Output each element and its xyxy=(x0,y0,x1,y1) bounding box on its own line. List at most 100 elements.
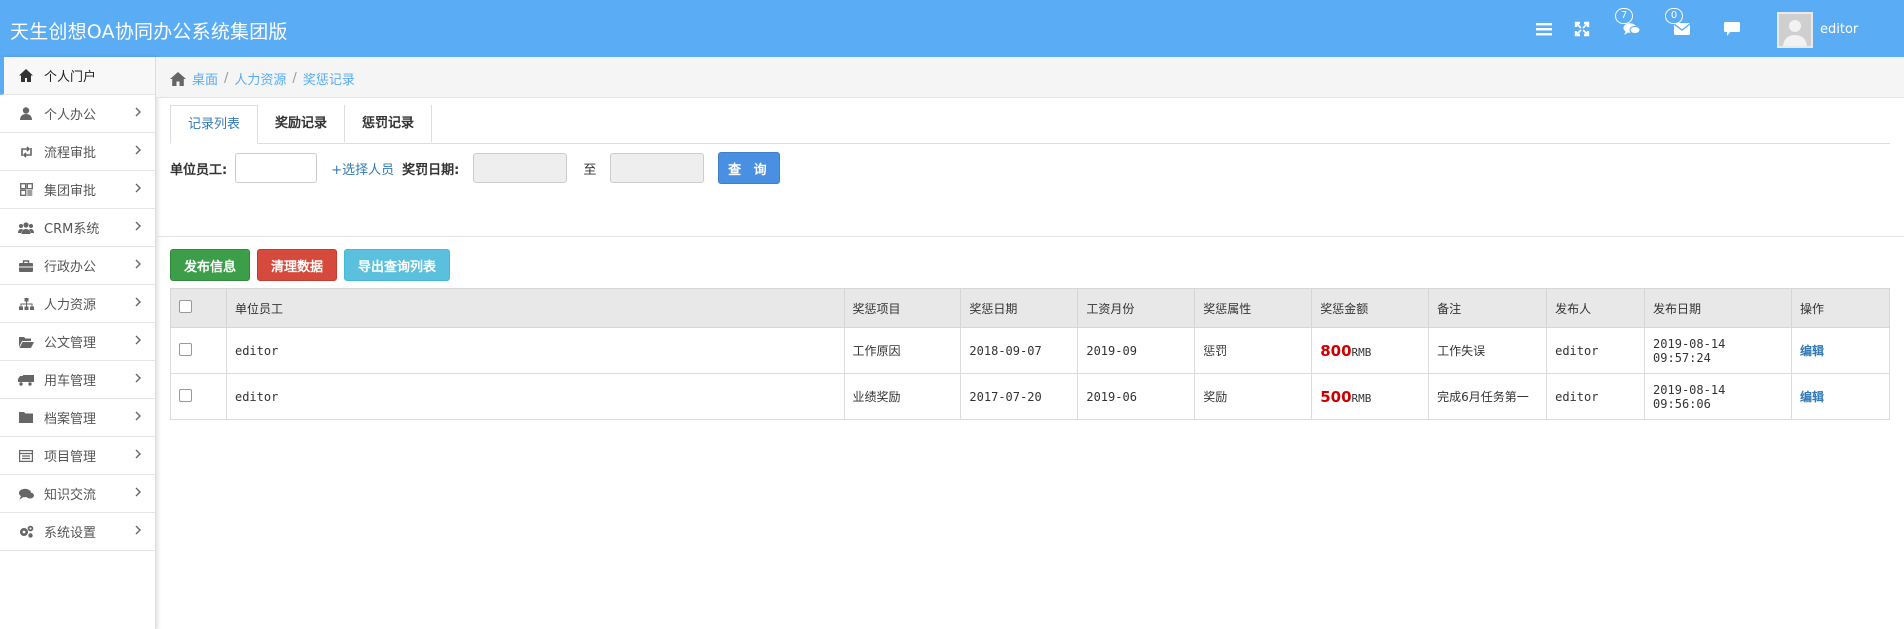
home-icon[interactable] xyxy=(170,71,186,86)
mail-icon[interactable]: 0 xyxy=(1665,8,1693,40)
sidebar-item-label: 个人门户 xyxy=(44,70,97,85)
breadcrumb-desktop[interactable]: 桌面 xyxy=(192,69,218,88)
amount-unit: RMB xyxy=(1351,391,1372,405)
menu-icon[interactable] xyxy=(1533,18,1555,40)
top-header: 天生创想OA协同办公系统集团版 7 0 editor xyxy=(0,0,1904,57)
sidebar-item-label: 行政办公 xyxy=(44,260,97,275)
export-list-button[interactable]: 导出查询列表 xyxy=(344,249,451,281)
query-button[interactable]: 查 询 xyxy=(718,152,781,184)
sidebar-item-personal-office[interactable]: 个人办公 xyxy=(0,95,155,133)
grid-icon xyxy=(18,182,34,198)
action-bar: 发布信息 清理数据 导出查询列表 xyxy=(170,249,451,281)
cell-employee: editor xyxy=(225,373,845,420)
mail-badge: 0 xyxy=(1665,8,1683,24)
sidebar-item-knowledge[interactable]: 知识交流 xyxy=(0,475,155,513)
sidebar-item-label: 集团审批 xyxy=(44,184,97,199)
table-row: editor 业绩奖励 2017-07-20 2019-06 奖励 500RMB… xyxy=(170,373,1891,420)
tab-penalty-records[interactable]: 惩罚记录 xyxy=(345,105,433,142)
sidebar-item-label: 用车管理 xyxy=(44,374,97,389)
cell-employee: editor xyxy=(225,327,845,374)
folder-open-icon xyxy=(18,334,34,350)
breadcrumb-hr[interactable]: 人力资源 xyxy=(234,69,286,88)
sidebar-item-vehicles[interactable]: 用车管理 xyxy=(0,361,155,399)
edit-link[interactable]: 编辑 xyxy=(1800,390,1824,404)
filter-bar: 单位员工: +选择人员 奖罚日期: 至 查 询 xyxy=(170,151,781,185)
chat-icon[interactable]: 7 xyxy=(1615,8,1643,40)
col-publisher: 发布人 xyxy=(1546,288,1646,328)
amount-unit: RMB xyxy=(1351,345,1372,359)
chevron-right-icon xyxy=(135,524,141,539)
chevron-right-icon xyxy=(135,372,141,387)
cogs-icon xyxy=(18,524,34,540)
table-header-row: 单位员工 奖惩项目 奖惩日期 工资月份 奖惩属性 奖惩金额 备注 发布人 发布日… xyxy=(170,288,1891,328)
tab-reward-records[interactable]: 奖励记录 xyxy=(258,105,346,142)
publish-button[interactable]: 发布信息 xyxy=(170,249,251,281)
user-name[interactable]: editor xyxy=(1820,22,1858,37)
col-item: 奖惩项目 xyxy=(843,288,962,328)
breadcrumb-current[interactable]: 奖惩记录 xyxy=(303,69,355,88)
sidebar-item-label: 系统设置 xyxy=(44,526,97,541)
chevron-right-icon xyxy=(135,448,141,463)
sidebar-item-admin-office[interactable]: 行政办公 xyxy=(0,247,155,285)
start-date-field[interactable] xyxy=(473,153,568,183)
sidebar-item-settings[interactable]: 系统设置 xyxy=(0,513,155,551)
sidebar: 个人门户 个人办公 流程审批 集团审批 CRM系统 行政办公 人力资源 公文管理… xyxy=(0,57,156,629)
truck-icon xyxy=(18,372,34,388)
cell-type: 奖励 xyxy=(1194,373,1313,420)
select-all-checkbox[interactable] xyxy=(179,300,192,313)
chevron-right-icon xyxy=(135,182,141,197)
amount-value: 800 xyxy=(1320,341,1352,360)
avatar[interactable] xyxy=(1777,12,1813,48)
row-checkbox[interactable] xyxy=(179,388,192,402)
col-employee: 单位员工 xyxy=(225,288,845,328)
breadcrumb-bar: 桌面 / 人力资源 / 奖惩记录 xyxy=(156,57,1904,98)
cell-date: 2017-07-20 xyxy=(960,373,1079,420)
cell-note: 完成6月任务第一 xyxy=(1428,373,1548,420)
chevron-right-icon xyxy=(135,296,141,311)
sidebar-item-group-approval[interactable]: 集团审批 xyxy=(0,171,155,209)
chevron-right-icon xyxy=(135,106,141,121)
tab-record-list[interactable]: 记录列表 xyxy=(170,105,259,144)
sidebar-item-documents[interactable]: 公文管理 xyxy=(0,323,155,361)
sidebar-item-archives[interactable]: 档案管理 xyxy=(0,399,155,437)
col-amount: 奖惩金额 xyxy=(1311,288,1430,328)
clear-data-button[interactable]: 清理数据 xyxy=(257,249,338,281)
chevron-right-icon xyxy=(135,486,141,501)
cell-month: 2019-06 xyxy=(1077,373,1196,420)
chevron-right-icon xyxy=(135,334,141,349)
message-icon[interactable] xyxy=(1721,18,1743,40)
divider xyxy=(156,236,1904,237)
breadcrumb: 桌面 / 人力资源 / 奖惩记录 xyxy=(170,69,355,88)
sidebar-item-label: 人力资源 xyxy=(44,298,97,313)
cell-publish-date: 2019-08-14 09:56:06 xyxy=(1644,373,1792,420)
edit-link[interactable]: 编辑 xyxy=(1800,344,1824,358)
end-date-field[interactable] xyxy=(610,153,705,183)
chat-badge: 7 xyxy=(1615,8,1633,24)
fullscreen-icon[interactable] xyxy=(1571,18,1593,40)
chevron-right-icon xyxy=(135,220,141,235)
sidebar-item-crm[interactable]: CRM系统 xyxy=(0,209,155,247)
col-date: 奖惩日期 xyxy=(960,288,1079,328)
select-person-link[interactable]: +选择人员 xyxy=(331,159,394,178)
sidebar-item-personal-portal[interactable]: 个人门户 xyxy=(0,57,155,95)
sidebar-item-workflow[interactable]: 流程审批 xyxy=(0,133,155,171)
sidebar-item-label: 知识交流 xyxy=(44,488,97,503)
list-icon xyxy=(18,448,34,464)
row-checkbox[interactable] xyxy=(179,342,192,356)
folder-icon xyxy=(18,410,34,426)
cell-date: 2018-09-07 xyxy=(960,327,1079,374)
col-note: 备注 xyxy=(1428,288,1548,328)
cell-note: 工作失误 xyxy=(1428,327,1548,374)
sidebar-item-hr[interactable]: 人力资源 xyxy=(0,285,155,323)
col-action: 操作 xyxy=(1790,288,1891,328)
employee-field[interactable] xyxy=(235,153,318,183)
cell-item: 业绩奖励 xyxy=(843,373,962,420)
records-table: 单位员工 奖惩项目 奖惩日期 工资月份 奖惩属性 奖惩金额 备注 发布人 发布日… xyxy=(170,288,1891,420)
chevron-right-icon xyxy=(135,410,141,425)
cell-publisher: editor xyxy=(1546,327,1646,374)
sidebar-item-projects[interactable]: 项目管理 xyxy=(0,437,155,475)
home-icon xyxy=(18,68,34,84)
date-label: 奖罚日期: xyxy=(402,162,460,178)
users-icon xyxy=(18,220,34,236)
cell-publish-date: 2019-08-14 09:57:24 xyxy=(1644,327,1792,374)
